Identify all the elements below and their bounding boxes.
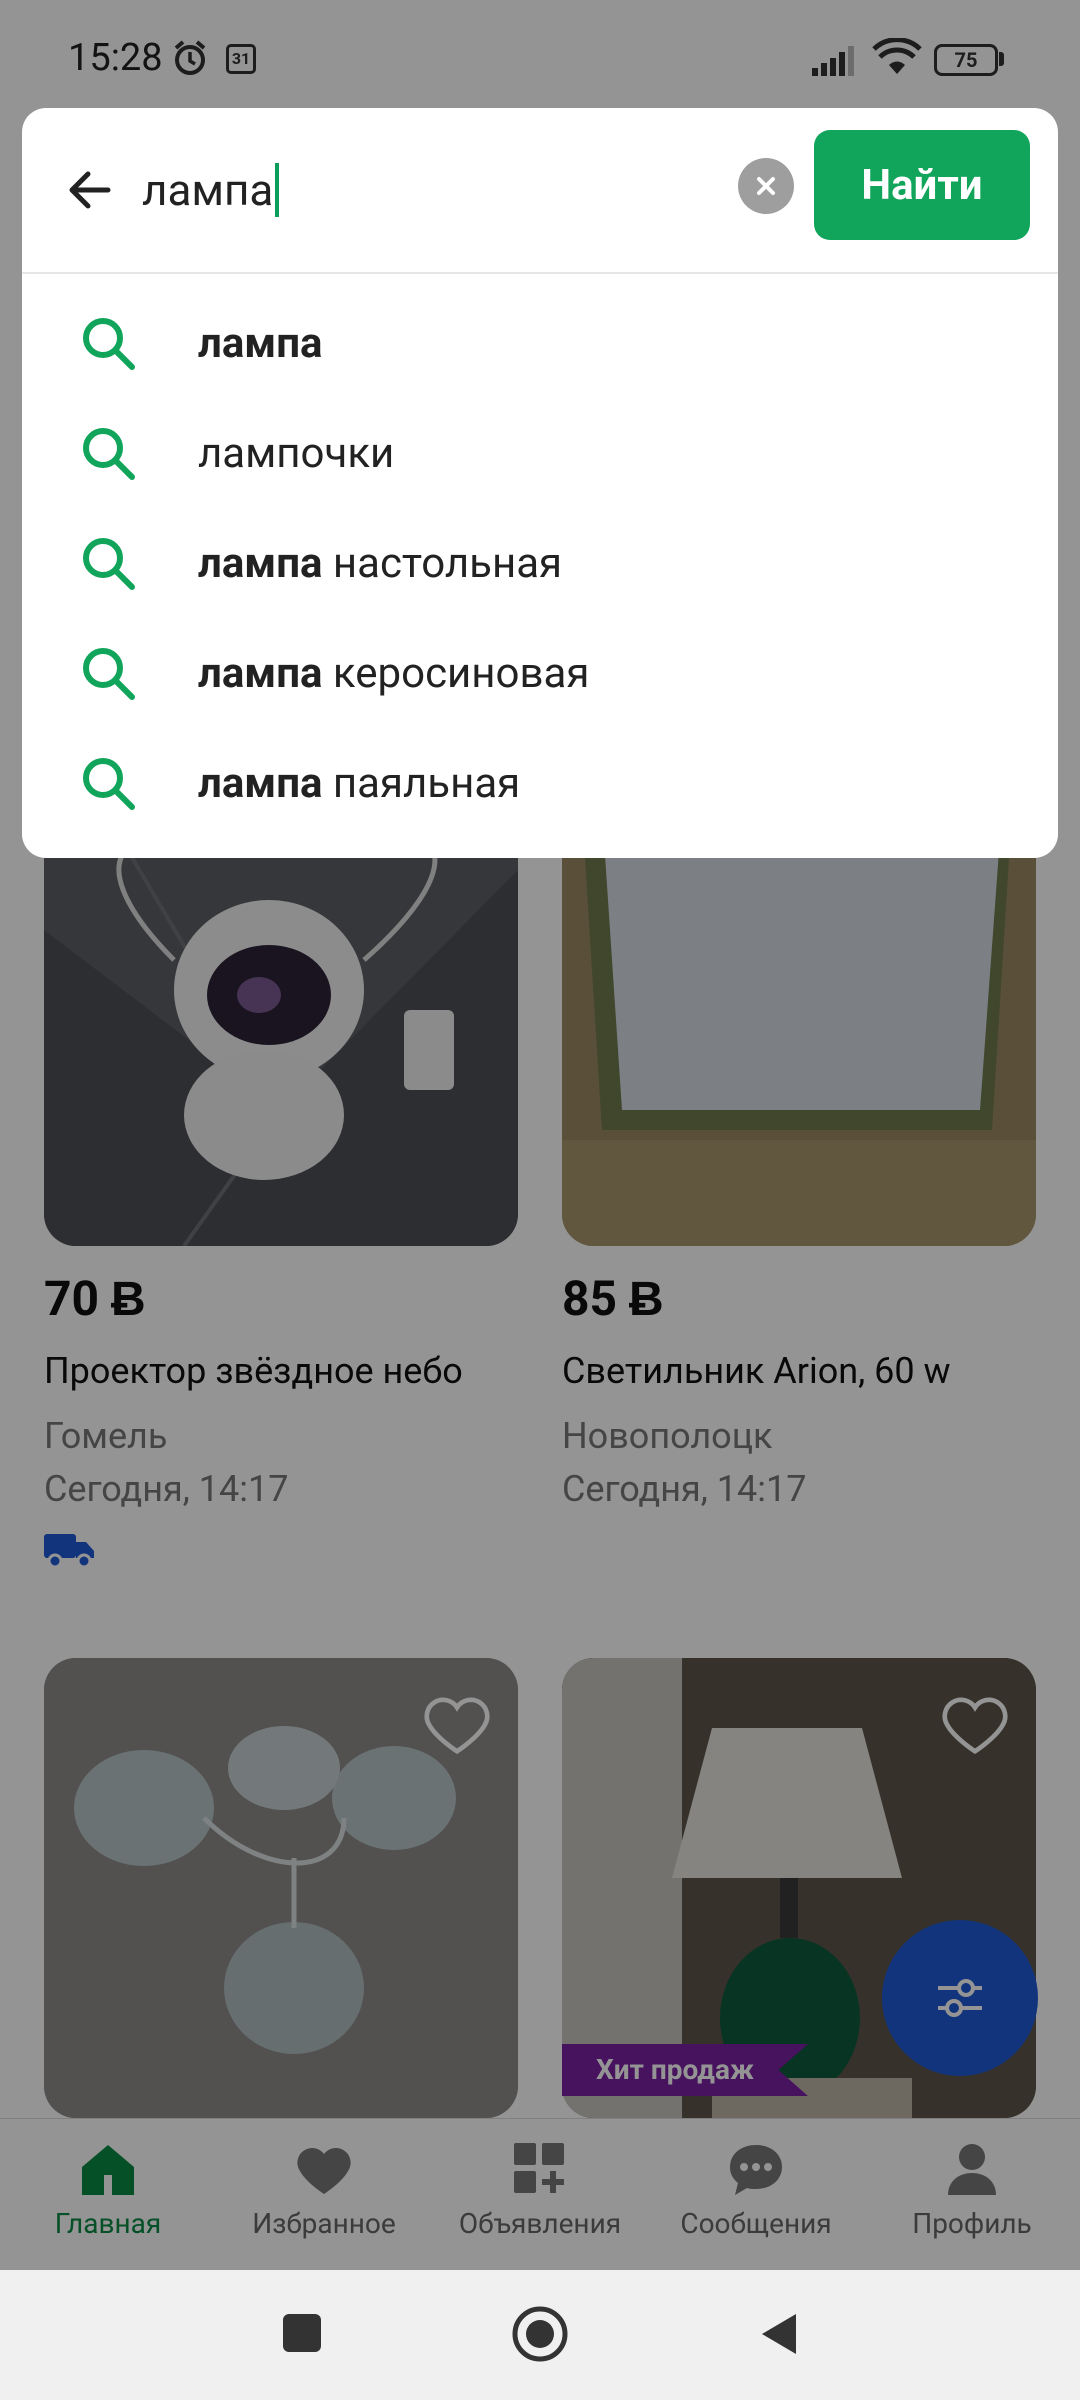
suggestion-match: лампа [198, 538, 323, 588]
search-input[interactable]: лампа [142, 158, 280, 222]
suggestion-item[interactable]: лампа паяльная [22, 728, 1058, 838]
search-icon [83, 538, 135, 590]
suggestion-text: лампа паяльная [198, 759, 520, 808]
search-query: лампа [142, 164, 274, 216]
recents-button[interactable] [283, 2314, 321, 2352]
search-icon [83, 758, 135, 810]
suggestion-match: лампа [198, 318, 323, 368]
back-arrow-icon[interactable] [58, 158, 122, 222]
system-navigation-bar [0, 2270, 1080, 2400]
suggestion-item[interactable]: лампа [22, 288, 1058, 398]
suggestion-text: лампа [198, 319, 322, 368]
suggestion-text: лампочки [198, 429, 394, 478]
suggestion-item[interactable]: лампа керосиновая [22, 618, 1058, 728]
suggestion-item[interactable]: лампочки [22, 398, 1058, 508]
suggestion-rest: лампочки [198, 428, 395, 478]
suggestion-match: лампа [198, 648, 323, 698]
close-icon [757, 177, 775, 195]
search-icon [83, 648, 135, 700]
suggestion-match: лампа [198, 758, 323, 808]
search-bar: лампа Найти [22, 108, 1058, 274]
suggestion-rest: паяльная [322, 758, 521, 808]
search-panel: лампа Найти лампа лампочки лампа настоль… [22, 108, 1058, 858]
text-caret [275, 163, 280, 217]
find-button[interactable]: Найти [814, 130, 1030, 240]
suggestion-text: лампа керосиновая [198, 649, 589, 698]
search-icon [83, 428, 135, 480]
suggestion-rest: керосиновая [322, 648, 590, 698]
search-icon [83, 318, 135, 370]
suggestion-text: лампа настольная [198, 539, 562, 588]
home-circle-button[interactable] [510, 2304, 570, 2364]
suggestion-rest: настольная [322, 538, 563, 588]
clear-search-button[interactable] [738, 158, 794, 214]
suggestion-item[interactable]: лампа настольная [22, 508, 1058, 618]
back-triangle-button[interactable] [756, 2310, 800, 2358]
